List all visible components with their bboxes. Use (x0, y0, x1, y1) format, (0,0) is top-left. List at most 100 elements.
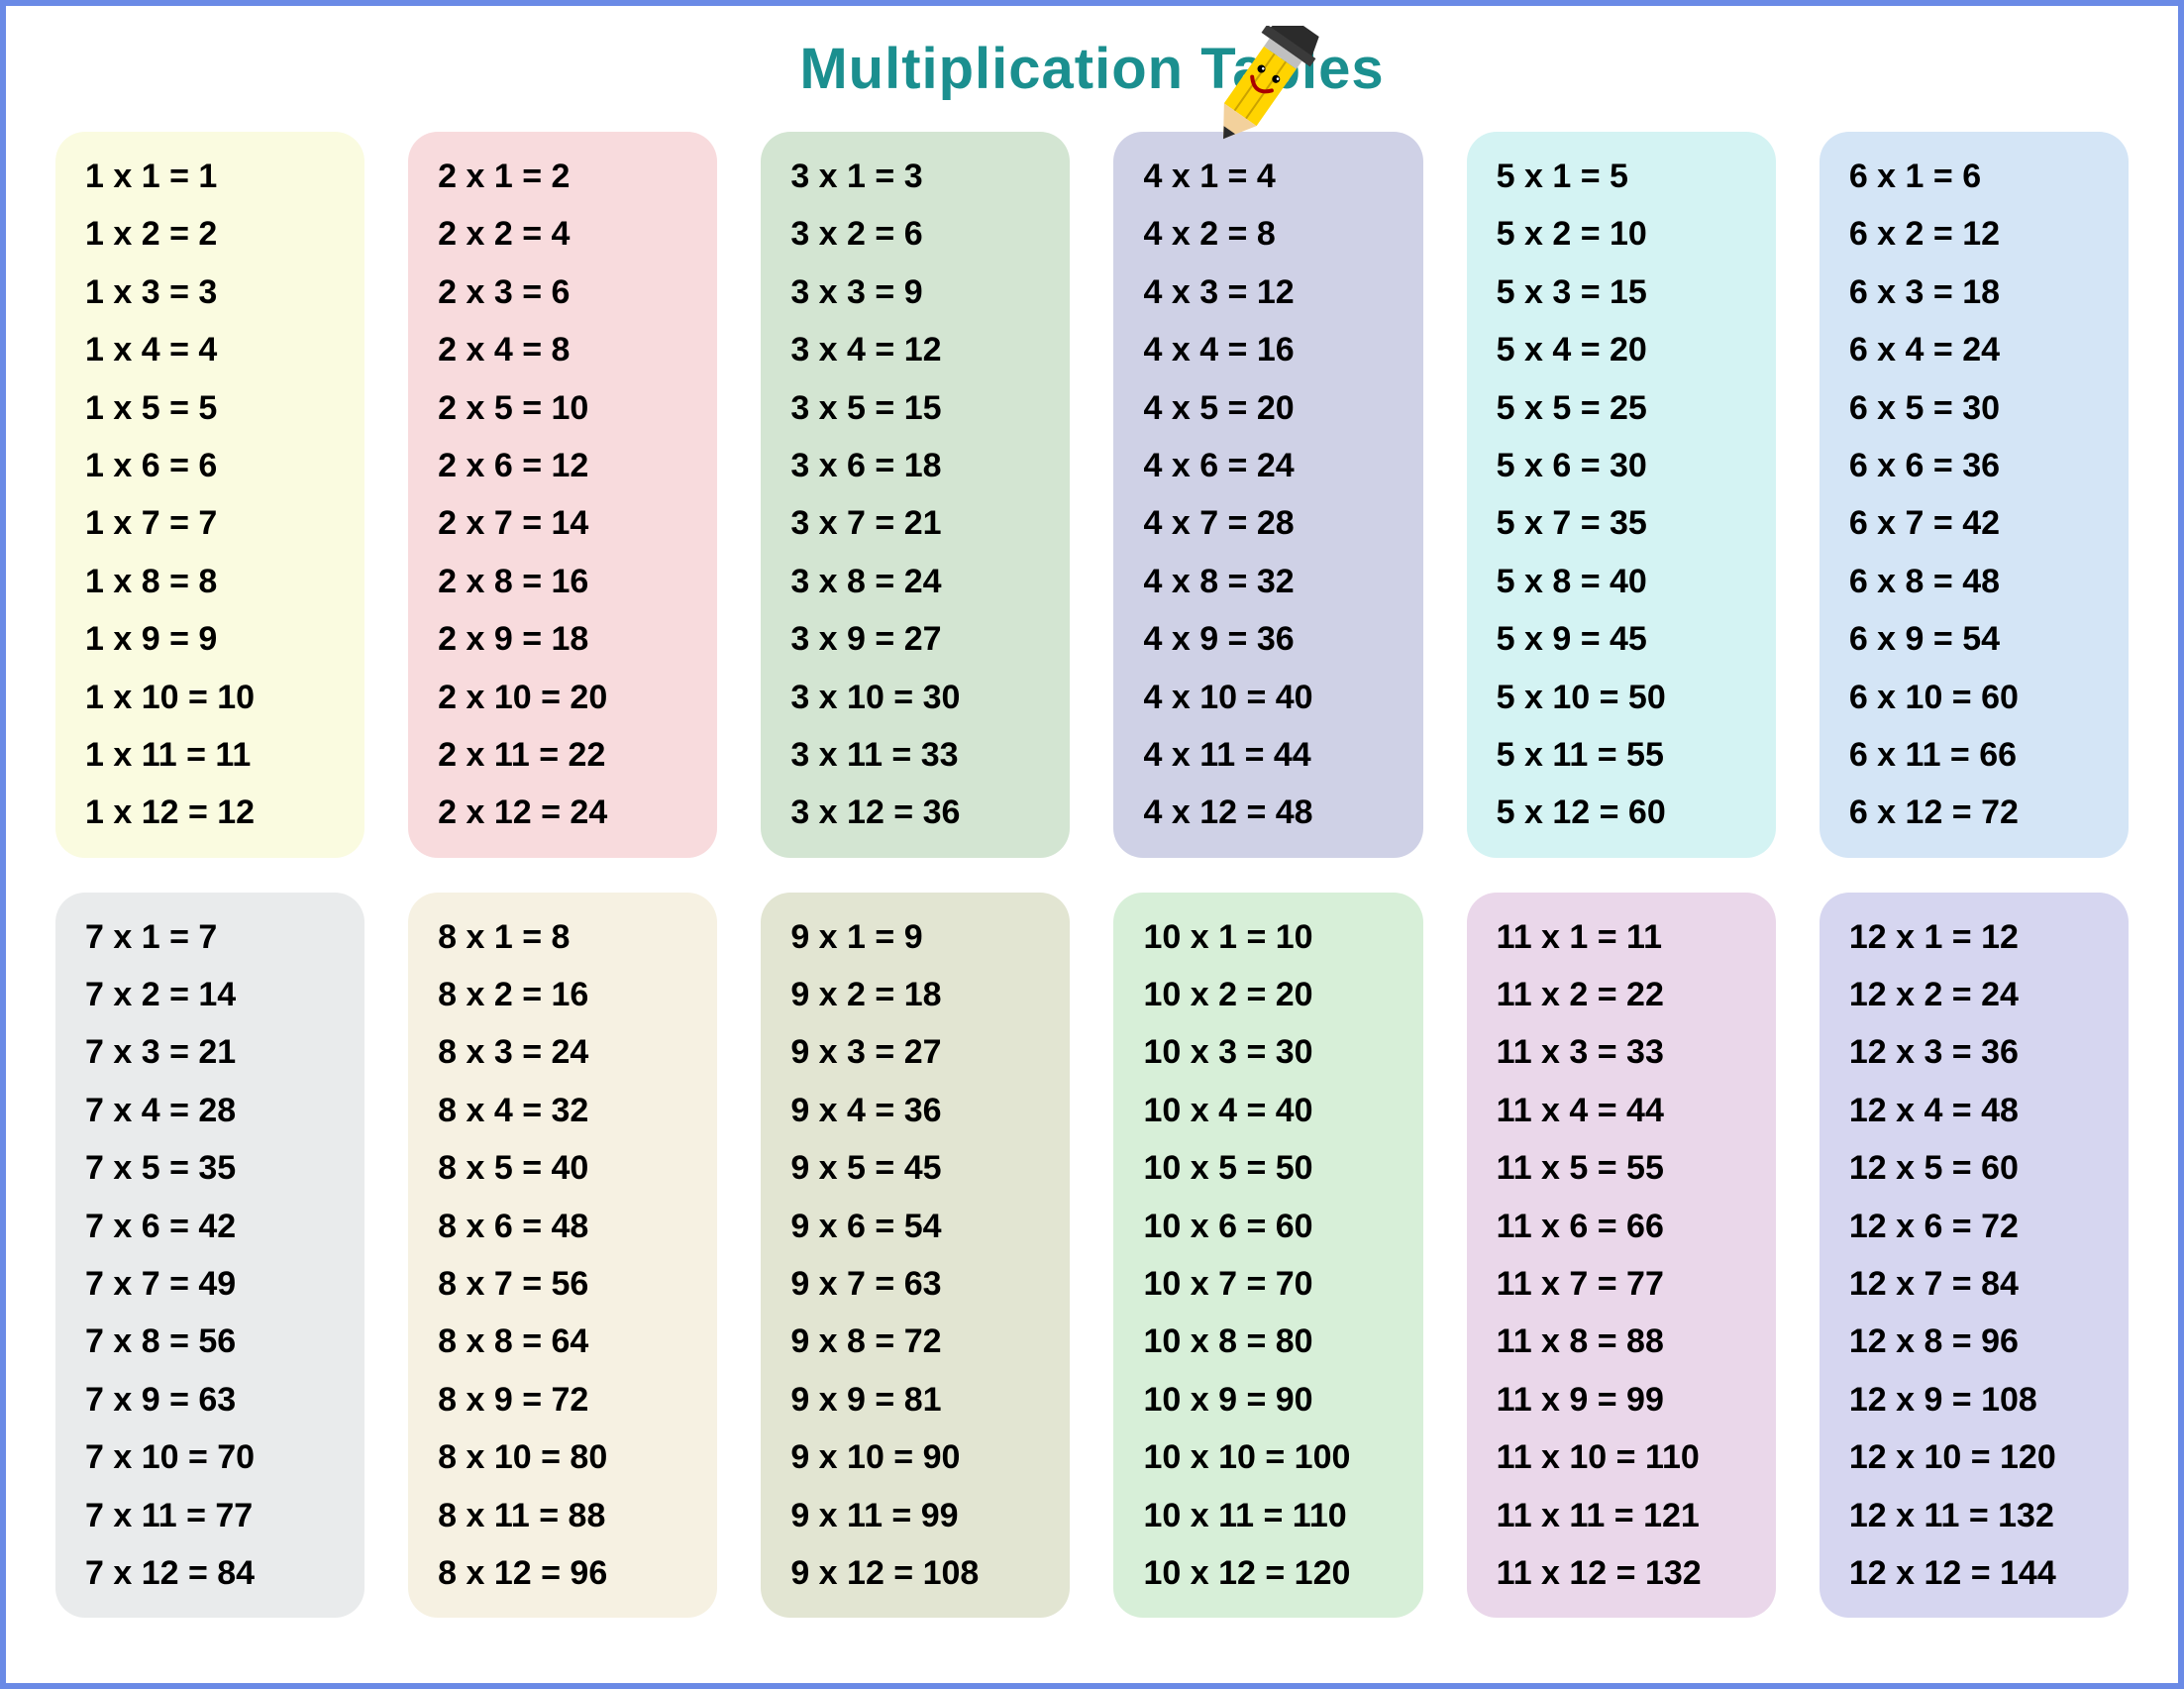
table-row: 4 x 1 = 4 (1143, 159, 1412, 193)
times-table-7: 7 x 1 = 77 x 2 = 147 x 3 = 217 x 4 = 287… (55, 893, 364, 1619)
table-row: 12 x 11 = 132 (1849, 1499, 2119, 1532)
table-row: 11 x 3 = 33 (1497, 1035, 1766, 1069)
table-row: 8 x 8 = 64 (438, 1324, 707, 1358)
table-row: 3 x 12 = 36 (790, 795, 1060, 829)
table-row: 6 x 2 = 12 (1849, 217, 2119, 251)
times-table-8: 8 x 1 = 8 8 x 2 = 16 8 x 3 = 24 8 x 4 = 32 8… (408, 893, 717, 1619)
table-row: 2 x 6 = 12 (438, 449, 707, 482)
table-row: 6 x 6 = 36 (1849, 449, 2119, 482)
table-row: 4 x 10 = 40 (1143, 681, 1412, 714)
times-table-11: 11 x 1 = 1111 x 2 = 2211 x 3 = 3311 x 4 … (1467, 893, 1776, 1619)
table-row: 6 x 5 = 30 (1849, 391, 2119, 425)
table-row: 8 x 7 = 56 (438, 1267, 707, 1301)
table-row: 6 x 9 = 54 (1849, 622, 2119, 656)
table-row: 10 x 3 = 30 (1143, 1035, 1412, 1069)
table-row: 3 x 11 = 33 (790, 738, 1060, 772)
table-row: 11 x 7 = 77 (1497, 1267, 1766, 1301)
table-row: 10 x 9 = 90 (1143, 1383, 1412, 1417)
times-table-10: 10 x 1 = 1010 x 2 = 2010 x 3 = 3010 x 4 … (1113, 893, 1422, 1619)
table-row: 2 x 7 = 14 (438, 506, 707, 540)
table-row: 4 x 7 = 28 (1143, 506, 1412, 540)
table-row: 3 x 4 = 12 (790, 333, 1060, 367)
table-row: 12 x 9 = 108 (1849, 1383, 2119, 1417)
table-row: 3 x 6 = 18 (790, 449, 1060, 482)
table-row: 8 x 12 = 96 (438, 1556, 707, 1590)
table-row: 9 x 9 = 81 (790, 1383, 1060, 1417)
table-row: 5 x 7 = 35 (1497, 506, 1766, 540)
multiplication-tables-sheet: Multiplication Tables (0, 0, 2184, 1689)
table-row: 12 x 5 = 60 (1849, 1151, 2119, 1185)
table-row: 9 x 10 = 90 (790, 1440, 1060, 1474)
table-row: 4 x 11 = 44 (1143, 738, 1412, 772)
table-row: 5 x 5 = 25 (1497, 391, 1766, 425)
table-row: 5 x 10 = 50 (1497, 681, 1766, 714)
table-row: 1 x 9 = 9 (85, 622, 355, 656)
table-row: 12 x 7 = 84 (1849, 1267, 2119, 1301)
table-row: 3 x 7 = 21 (790, 506, 1060, 540)
table-row: 6 x 11 = 66 (1849, 738, 2119, 772)
table-row: 7 x 4 = 28 (85, 1094, 355, 1127)
table-row: 8 x 9 = 72 (438, 1383, 707, 1417)
table-row: 11 x 6 = 66 (1497, 1210, 1766, 1243)
table-row: 11 x 12 = 132 (1497, 1556, 1766, 1590)
table-row: 7 x 2 = 14 (85, 978, 355, 1011)
table-row: 6 x 7 = 42 (1849, 506, 2119, 540)
table-row: 1 x 7 = 7 (85, 506, 355, 540)
table-row: 11 x 8 = 88 (1497, 1324, 1766, 1358)
table-row: 7 x 5 = 35 (85, 1151, 355, 1185)
table-row: 4 x 6 = 24 (1143, 449, 1412, 482)
table-row: 6 x 1 = 6 (1849, 159, 2119, 193)
table-row: 9 x 11 = 99 (790, 1499, 1060, 1532)
table-row: 5 x 6 = 30 (1497, 449, 1766, 482)
table-row: 7 x 7 = 49 (85, 1267, 355, 1301)
table-row: 8 x 3 = 24 (438, 1035, 707, 1069)
table-row: 10 x 8 = 80 (1143, 1324, 1412, 1358)
table-row: 7 x 8 = 56 (85, 1324, 355, 1358)
table-row: 1 x 11 = 11 (85, 738, 355, 772)
table-row: 8 x 2 = 16 (438, 978, 707, 1011)
table-row: 1 x 4 = 4 (85, 333, 355, 367)
table-row: 9 x 3 = 27 (790, 1035, 1060, 1069)
table-row: 3 x 3 = 9 (790, 275, 1060, 309)
table-row: 6 x 3 = 18 (1849, 275, 2119, 309)
table-row: 7 x 10 = 70 (85, 1440, 355, 1474)
times-table-12: 12 x 1 = 1212 x 2 = 2412 x 3 = 3612 x 4 … (1820, 893, 2129, 1619)
table-row: 12 x 12 = 144 (1849, 1556, 2119, 1590)
table-row: 8 x 4 = 32 (438, 1094, 707, 1127)
table-row: 12 x 8 = 96 (1849, 1324, 2119, 1358)
table-row: 6 x 8 = 48 (1849, 565, 2119, 598)
table-row: 2 x 11 = 22 (438, 738, 707, 772)
page-title: Multiplication Tables (36, 36, 2148, 102)
table-row: 10 x 4 = 40 (1143, 1094, 1412, 1127)
table-row: 3 x 9 = 27 (790, 622, 1060, 656)
table-row: 5 x 2 = 10 (1497, 217, 1766, 251)
table-row: 2 x 5 = 10 (438, 391, 707, 425)
table-row: 1 x 8 = 8 (85, 565, 355, 598)
table-row: 7 x 12 = 84 (85, 1556, 355, 1590)
times-table-6: 6 x 1 = 66 x 2 = 126 x 3 = 186 x 4 = 246… (1820, 132, 2129, 858)
table-row: 5 x 8 = 40 (1497, 565, 1766, 598)
table-row: 10 x 11 = 110 (1143, 1499, 1412, 1532)
table-row: 8 x 10 = 80 (438, 1440, 707, 1474)
table-row: 5 x 3 = 15 (1497, 275, 1766, 309)
table-row: 2 x 1 = 2 (438, 159, 707, 193)
table-row: 4 x 2 = 8 (1143, 217, 1412, 251)
times-table-2: 2 x 1 = 22 x 2 = 42 x 3 = 62 x 4 = 82 x … (408, 132, 717, 858)
table-row: 11 x 9 = 99 (1497, 1383, 1766, 1417)
table-row: 9 x 8 = 72 (790, 1324, 1060, 1358)
table-row: 4 x 12 = 48 (1143, 795, 1412, 829)
table-row: 1 x 2 = 2 (85, 217, 355, 251)
table-row: 6 x 12 = 72 (1849, 795, 2119, 829)
table-row: 10 x 12 = 120 (1143, 1556, 1412, 1590)
table-row: 8 x 5 = 40 (438, 1151, 707, 1185)
table-row: 8 x 1 = 8 (438, 920, 707, 954)
times-table-9: 9 x 1 = 99 x 2 = 189 x 3 = 279 x 4 = 369… (761, 893, 1070, 1619)
table-row: 4 x 8 = 32 (1143, 565, 1412, 598)
table-row: 10 x 6 = 60 (1143, 1210, 1412, 1243)
table-row: 5 x 11 = 55 (1497, 738, 1766, 772)
table-row: 7 x 6 = 42 (85, 1210, 355, 1243)
table-row: 1 x 12 = 12 (85, 795, 355, 829)
table-row: 9 x 2 = 18 (790, 978, 1060, 1011)
table-row: 5 x 12 = 60 (1497, 795, 1766, 829)
table-row: 11 x 10 = 110 (1497, 1440, 1766, 1474)
